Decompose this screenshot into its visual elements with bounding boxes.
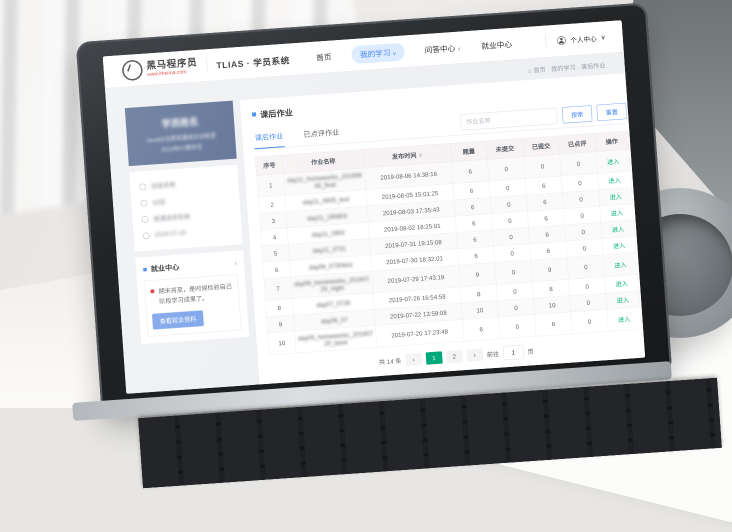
red-dot-icon <box>150 289 154 293</box>
photo-background: 黑马程序员 www.itheima.com TLIAS · 学员系统 首页 我的… <box>0 0 732 408</box>
cell-seq: 4 <box>260 228 288 246</box>
class-icon <box>139 183 146 190</box>
cell-seq: 8 <box>265 299 293 317</box>
enter-link[interactable]: 进入 <box>608 177 621 185</box>
cell-not-submitted: 0 <box>499 314 537 338</box>
reset-button[interactable]: 重置 <box>596 103 627 121</box>
cell-seq: 6 <box>263 261 291 279</box>
clock-icon <box>143 232 150 239</box>
brand-logo[interactable]: 黑马程序员 www.itheima.com <box>121 56 198 82</box>
homework-table: 序号 作业名称 发布时间▲▼ 题量 未提交 已提交 已点评 <box>255 131 642 355</box>
blue-square-bullet-icon <box>143 267 147 271</box>
group-icon <box>140 199 147 206</box>
laptop: 黑马程序员 www.itheima.com TLIAS · 学员系统 首页 我的… <box>76 3 673 414</box>
home-icon: ⌂ <box>528 67 532 74</box>
cell-not-submitted: 0 <box>495 260 533 284</box>
sort-icon[interactable]: ▲▼ <box>418 153 422 158</box>
employment-notice-box: 期末将至，是时候检验自己阶段学习成果了。 查看就业资料 <box>144 274 242 336</box>
enter-link[interactable]: 进入 <box>612 226 625 234</box>
person-icon <box>557 36 566 45</box>
employment-panel-header[interactable]: 就业中心 › <box>143 258 237 275</box>
table-body: 1 day11_homeworks_20190806_final 2019-08… <box>257 149 642 355</box>
chevron-down-icon: ∨ <box>457 46 461 52</box>
user-menu-label: 个人中心 <box>570 33 597 45</box>
enter-link[interactable]: 进入 <box>618 315 631 323</box>
cell-reviewed: 0 <box>560 152 598 176</box>
divider <box>206 58 208 72</box>
enter-link[interactable]: 进入 <box>617 296 630 304</box>
cell-seq: 2 <box>258 195 286 213</box>
page-button-2[interactable]: 2 <box>446 350 463 363</box>
enter-link[interactable]: 进入 <box>614 261 627 269</box>
teacher-icon <box>142 216 149 223</box>
cell-seq: 3 <box>259 212 287 230</box>
user-menu[interactable]: 个人中心 ∨ <box>538 30 606 49</box>
itheima-logo-icon <box>121 59 143 81</box>
nav-item-qa-center[interactable]: 问答中心∨ <box>424 42 461 55</box>
enter-link[interactable]: 进入 <box>613 242 626 250</box>
sidebar: 学员姓名 JavaEE在职拓展就业训练营 2019年07期学员 班级名称 32班… <box>125 101 249 344</box>
homework-panel: 课后作业 课后作业 已点评作业 搜索 重置 <box>240 72 645 385</box>
blue-square-bullet-icon <box>252 112 256 116</box>
enter-link[interactable]: 进入 <box>615 280 628 288</box>
cell-quantity: 6 <box>451 159 489 183</box>
search-group: 搜索 重置 <box>460 103 627 135</box>
cell-seq: 9 <box>266 315 294 333</box>
cell-seq: 7 <box>264 277 292 301</box>
cell-reviewed: 0 <box>567 255 605 279</box>
tab-reviewed-homework[interactable]: 已点评作业 <box>302 122 341 146</box>
employment-title: 就业中心 <box>151 262 180 274</box>
product-name: TLIAS · 学员系统 <box>216 53 290 71</box>
view-employment-materials-button[interactable]: 查看就业资料 <box>152 310 204 329</box>
total-count: 共 14 条 <box>379 356 402 366</box>
next-page-button[interactable]: › <box>466 349 483 362</box>
col-seq: 序号 <box>255 155 283 175</box>
enter-link[interactable]: 进入 <box>609 193 622 201</box>
cell-seq: 5 <box>261 244 289 262</box>
homework-name-input[interactable] <box>460 108 558 131</box>
goto-label: 前往 <box>487 349 500 359</box>
chevron-down-icon: ∨ <box>600 33 605 41</box>
cell-quantity: 6 <box>462 317 500 341</box>
employment-notice-text: 期末将至，是时候检验自己阶段学习成果了。 <box>158 281 234 307</box>
employment-panel: 就业中心 › 期末将至，是时候检验自己阶段学习成果了。 查看就业资料 <box>135 250 249 344</box>
enter-link[interactable]: 进入 <box>607 158 620 166</box>
prev-page-button[interactable]: ‹ <box>405 353 422 366</box>
web-app: 黑马程序员 www.itheima.com TLIAS · 学员系统 首页 我的… <box>103 20 645 393</box>
goto-unit: 页 <box>527 347 534 356</box>
tab-homework[interactable]: 课后作业 <box>253 126 285 150</box>
col-action: 操作 <box>595 131 629 152</box>
cell-submitted: 9 <box>531 257 569 281</box>
cell-submitted: 0 <box>524 154 562 178</box>
student-info-card: 班级名称 32班 授课讲师名称 2019-07-15 <box>129 165 242 252</box>
laptop-screen: 黑马程序员 www.itheima.com TLIAS · 学员系统 首页 我的… <box>103 20 645 393</box>
cell-seq: 1 <box>257 174 285 198</box>
divider <box>545 34 547 48</box>
chevron-right-icon: › <box>234 259 237 268</box>
enter-link[interactable]: 进入 <box>610 209 623 217</box>
nav-item-my-learning[interactable]: 我的学习∨ <box>351 42 405 63</box>
search-button[interactable]: 搜索 <box>562 105 593 123</box>
breadcrumb-text: 首页 · 我的学习 · 课后作业 <box>533 62 605 74</box>
cell-quantity: 9 <box>459 263 497 287</box>
goto-page-input[interactable] <box>503 345 524 361</box>
page-body: ⌂首页 · 我的学习 · 课后作业 学员姓名 JavaEE在职拓展就业训练营 2… <box>105 52 645 393</box>
cell-seq: 10 <box>268 331 296 355</box>
nav-item-employment-center[interactable]: 就业中心 <box>481 38 512 51</box>
student-name: 学员姓名 <box>133 112 228 132</box>
cell-not-submitted: 0 <box>488 157 526 181</box>
profile-card: 学员姓名 JavaEE在职拓展就业训练营 2019年07期学员 <box>125 101 237 167</box>
nav-item-home[interactable]: 首页 <box>316 51 332 63</box>
chevron-down-icon: ∨ <box>392 51 396 57</box>
cell-reviewed: 0 <box>571 309 609 333</box>
page-button-1[interactable]: 1 <box>425 351 442 364</box>
cell-submitted: 6 <box>535 312 573 336</box>
page-title: 课后作业 <box>260 106 293 120</box>
